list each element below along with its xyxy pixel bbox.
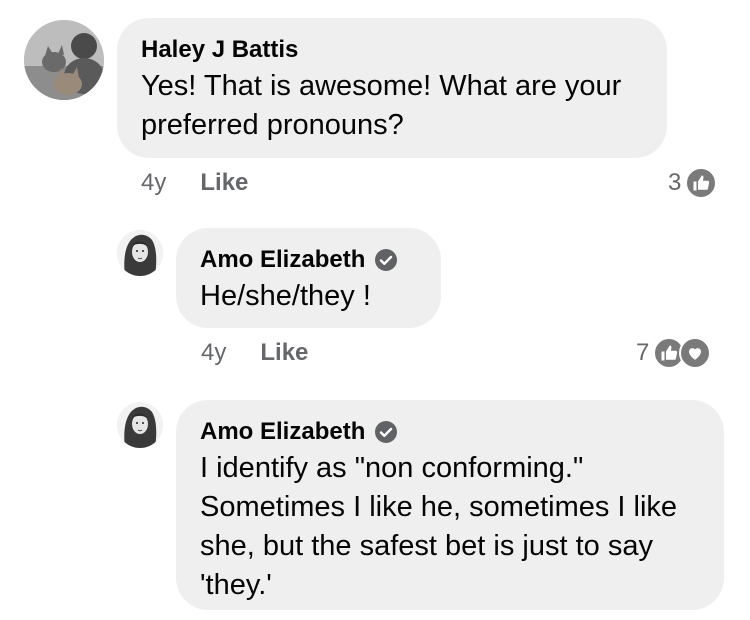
avatar[interactable] [117, 402, 163, 448]
author-row: Haley J Battis [141, 36, 643, 64]
like-icon [685, 167, 718, 199]
comment-bubble: Amo Elizabeth I identify as "non conform… [176, 400, 724, 610]
like-button[interactable]: Like [200, 169, 248, 197]
comment-text: He/she/they ! [200, 280, 371, 312]
heart-icon [679, 337, 712, 369]
verified-badge-icon [374, 248, 398, 272]
like-button[interactable]: Like [260, 339, 308, 367]
comment-actions: 4y Like [141, 168, 248, 198]
comment: Haley J Battis Yes! That is awesome! Wha… [0, 0, 750, 210]
reaction-count: 7 [636, 339, 650, 366]
reaction-summary[interactable]: 7 [636, 337, 712, 369]
comment-timestamp[interactable]: 4y [141, 169, 166, 197]
verified-badge-icon [374, 420, 398, 444]
author-row: Amo Elizabeth [200, 246, 417, 274]
reaction-count: 3 [668, 169, 682, 196]
author-name[interactable]: Amo Elizabeth [200, 246, 365, 274]
comment-bubble: Haley J Battis Yes! That is awesome! Wha… [117, 18, 667, 158]
author-name[interactable]: Amo Elizabeth [200, 418, 365, 446]
comment-actions: 4y Like [201, 338, 308, 368]
comment-timestamp[interactable]: 4y [201, 339, 226, 367]
reply-comment: Amo Elizabeth He/she/they ! 4y Like 7 [0, 210, 750, 390]
avatar[interactable] [24, 20, 104, 100]
comment-bubble: Amo Elizabeth He/she/they ! [176, 228, 441, 328]
comment-text: Yes! That is awesome! What are your pref… [141, 70, 622, 141]
avatar[interactable] [117, 230, 163, 276]
reaction-summary[interactable]: 3 [668, 167, 718, 199]
comment-text: I identify as "non conforming." Sometime… [200, 452, 678, 601]
author-name[interactable]: Haley J Battis [141, 36, 298, 64]
author-row: Amo Elizabeth [200, 418, 700, 446]
reply-comment: Amo Elizabeth I identify as "non conform… [0, 390, 750, 620]
